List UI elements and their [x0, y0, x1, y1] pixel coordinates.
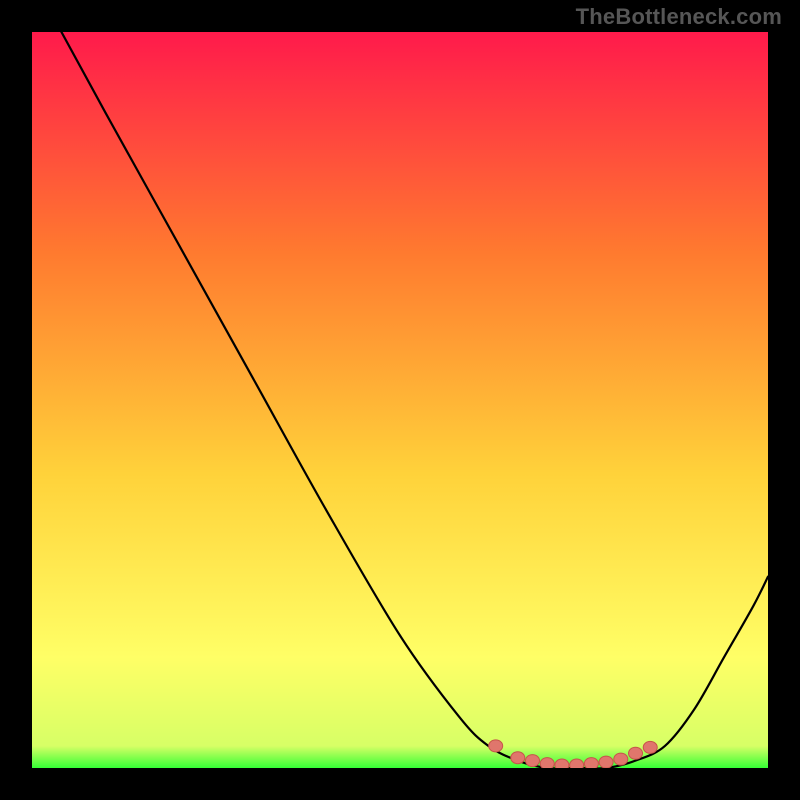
chart-plot-area — [32, 32, 768, 768]
optimal-marker — [555, 759, 569, 768]
optimal-marker — [614, 753, 628, 765]
optimal-marker — [489, 740, 503, 752]
chart-frame: TheBottleneck.com — [0, 0, 800, 800]
chart-svg — [32, 32, 768, 768]
chart-background — [32, 32, 768, 768]
optimal-marker — [511, 752, 525, 764]
optimal-marker — [570, 759, 584, 768]
optimal-marker — [525, 755, 539, 767]
optimal-marker — [540, 758, 554, 768]
optimal-marker — [599, 756, 613, 768]
optimal-marker — [643, 741, 657, 753]
optimal-marker — [629, 747, 643, 759]
watermark-text: TheBottleneck.com — [576, 4, 782, 30]
optimal-marker — [584, 758, 598, 768]
